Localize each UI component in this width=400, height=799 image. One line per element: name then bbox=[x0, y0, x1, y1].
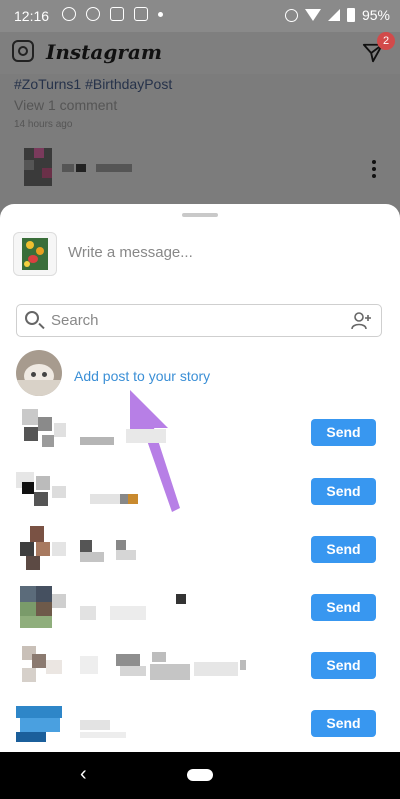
send-button[interactable]: Send bbox=[311, 478, 376, 505]
status-bar: 12:16 95% bbox=[0, 0, 400, 32]
battery-icon bbox=[346, 8, 355, 22]
blurred-location bbox=[96, 164, 132, 172]
wifi-icon bbox=[304, 9, 321, 21]
recipient-row: Send bbox=[0, 524, 400, 574]
post-thumbnail bbox=[13, 232, 57, 276]
recipient-row: Send bbox=[0, 582, 400, 632]
recipient-avatar bbox=[16, 468, 66, 514]
camera-icon[interactable] bbox=[12, 40, 34, 62]
recipient-avatar bbox=[16, 584, 66, 630]
dm-count-badge: 2 bbox=[377, 32, 395, 50]
recipient-row: Send bbox=[0, 466, 400, 516]
clock: 12:16 bbox=[14, 8, 50, 24]
battery-percent: 95% bbox=[361, 7, 390, 23]
home-pill-icon[interactable] bbox=[187, 769, 213, 781]
search-input[interactable]: Search bbox=[16, 304, 382, 337]
back-chevron-icon[interactable]: ‹ bbox=[80, 763, 87, 786]
more-notifications-dot-icon bbox=[158, 11, 163, 17]
more-options-icon[interactable] bbox=[372, 160, 376, 181]
instagram-logo: Instagram bbox=[46, 40, 162, 64]
post-hashtags: #ZoTurns1 #BirthdayPost bbox=[14, 76, 173, 92]
recipient-row: Send bbox=[0, 407, 400, 457]
signal-icon bbox=[327, 9, 340, 21]
recipient-row: Send bbox=[0, 640, 400, 690]
recipient-avatar bbox=[16, 642, 66, 688]
share-sheet: Write a message... Search Add post to yo… bbox=[0, 204, 400, 752]
message-input[interactable]: Write a message... bbox=[68, 244, 193, 261]
recipient-avatar bbox=[16, 526, 66, 572]
search-placeholder: Search bbox=[51, 312, 99, 329]
navigation-bar: ‹ bbox=[0, 752, 400, 799]
blurred-username-part bbox=[76, 164, 86, 172]
send-button[interactable]: Send bbox=[311, 594, 376, 621]
alarm-icon bbox=[284, 8, 298, 22]
blurred-username bbox=[62, 164, 74, 172]
send-button[interactable]: Send bbox=[311, 652, 376, 679]
drag-handle[interactable] bbox=[182, 213, 218, 217]
gmail-icon bbox=[134, 7, 148, 21]
linkedin-icon bbox=[110, 7, 124, 21]
next-post-avatar bbox=[24, 148, 52, 186]
add-to-story-link[interactable]: Add post to your story bbox=[74, 368, 210, 384]
recipient-row: Send bbox=[0, 698, 400, 748]
send-button[interactable]: Send bbox=[311, 419, 376, 446]
user-avatar bbox=[16, 350, 62, 396]
notification-icons bbox=[62, 7, 163, 21]
bixby-icon bbox=[62, 7, 76, 21]
add-people-icon[interactable] bbox=[351, 311, 373, 331]
feed-background: #ZoTurns1 #BirthdayPost View 1 comment 1… bbox=[0, 74, 400, 204]
whatsapp-icon bbox=[86, 7, 100, 21]
search-icon bbox=[25, 311, 39, 325]
recipient-avatar bbox=[16, 700, 66, 746]
system-icons: 95% bbox=[284, 7, 390, 23]
view-comments-link[interactable]: View 1 comment bbox=[14, 97, 117, 113]
send-button[interactable]: Send bbox=[311, 536, 376, 563]
send-button[interactable]: Send bbox=[311, 710, 376, 737]
recipient-avatar bbox=[16, 409, 66, 455]
post-timestamp: 14 hours ago bbox=[14, 119, 73, 130]
app-bar: Instagram 2 bbox=[0, 32, 400, 74]
